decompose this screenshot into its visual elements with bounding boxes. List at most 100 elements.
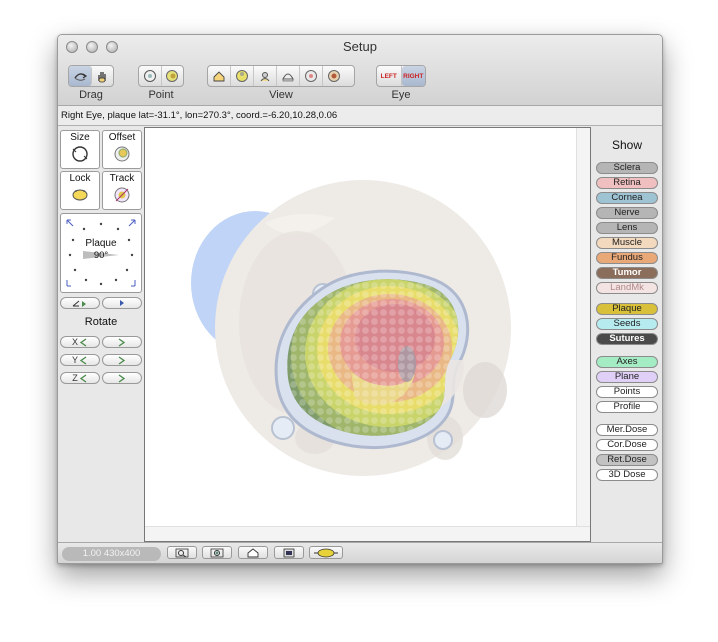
rotate-section-label: Rotate <box>84 316 118 328</box>
view-group-label: View <box>269 89 293 101</box>
view-top-button[interactable] <box>231 66 254 86</box>
rotate-left-icon <box>79 355 87 365</box>
viewport-vertical-scrollbar[interactable] <box>576 128 590 541</box>
point-mode-group <box>138 65 184 87</box>
layer-toggle-plane[interactable]: Plane <box>596 371 658 383</box>
rotate-z-plus-button[interactable] <box>102 372 142 384</box>
view-home-button[interactable] <box>208 66 231 86</box>
layer-toggle-ret-dose[interactable]: Ret.Dose <box>596 454 658 466</box>
lock-plaque-icon <box>72 189 88 201</box>
rotate-left-icon <box>79 337 87 347</box>
offset-tool-label: Offset <box>108 132 136 143</box>
rotate-right-icon <box>118 355 126 365</box>
layer-toggle-points[interactable]: Points <box>596 386 658 398</box>
view-back-button[interactable] <box>323 66 345 86</box>
view-bottom-button[interactable] <box>277 66 300 86</box>
rotate-forward-button[interactable] <box>102 297 142 309</box>
rotate-y-plus-button[interactable] <box>102 354 142 366</box>
layer-toggle-retina[interactable]: Retina <box>596 177 658 189</box>
left-eye-label: LEFT <box>380 72 397 80</box>
rotate-z-minus-button[interactable]: Z <box>60 372 100 384</box>
left-panel: Size Offset Lock Track Plaque 90° Rotate… <box>58 127 144 542</box>
point-target-icon <box>166 70 179 82</box>
layer-toggle-landmk[interactable]: LandMk <box>596 282 658 294</box>
layer-toggle-muscle[interactable]: Muscle <box>596 237 658 249</box>
plaque-dial-label: Plaque <box>85 238 117 249</box>
point-eye-icon <box>143 70 156 82</box>
layer-toggle-tumor[interactable]: Tumor <box>596 267 658 279</box>
view-home-icon <box>213 71 225 82</box>
view-front-button[interactable] <box>300 66 323 86</box>
left-eye-button[interactable]: LEFT <box>377 66 402 86</box>
rotate-drag-button[interactable] <box>69 66 92 86</box>
view-front-icon <box>305 70 317 82</box>
layer-toggle-sutures[interactable]: Sutures <box>596 333 658 345</box>
zoom-in-button[interactable] <box>202 546 232 559</box>
size-tool-button[interactable]: Size <box>60 130 100 169</box>
lock-tool-button[interactable]: Lock <box>60 171 100 210</box>
home-view-button[interactable] <box>238 546 268 559</box>
rotate-back-icon <box>72 300 86 307</box>
point-eye-button[interactable] <box>139 66 162 86</box>
show-panel-title: Show <box>611 138 643 152</box>
layer-toggle-3d-dose[interactable]: 3D Dose <box>596 469 658 481</box>
layer-toggle-mer-dose[interactable]: Mer.Dose <box>596 424 658 436</box>
view-mode-group <box>207 65 355 87</box>
layer-toggle-cor-dose[interactable]: Cor.Dose <box>596 439 658 451</box>
window-title: Setup <box>343 39 377 54</box>
drag-group-label: Drag <box>79 89 103 101</box>
layer-toggle-sclera[interactable]: Sclera <box>596 162 658 174</box>
plaque-view-button[interactable] <box>309 546 343 559</box>
plaque-orientation-dial[interactable]: Plaque 90° <box>60 213 142 293</box>
zoom-out-icon <box>175 548 189 557</box>
lock-tool-label: Lock <box>69 173 91 184</box>
right-eye-button[interactable]: RIGHT <box>401 66 425 86</box>
layer-toggle-axes[interactable]: Axes <box>596 356 658 368</box>
snapshot-button[interactable] <box>274 546 304 559</box>
plaque-shape-icon <box>314 548 338 557</box>
viewport-horizontal-scrollbar[interactable] <box>145 526 590 541</box>
rotate-x-plus-button[interactable] <box>102 336 142 348</box>
zoom-out-button[interactable] <box>167 546 197 559</box>
show-panel: Show Sclera Retina Cornea Nerve Lens Muscle Fu… <box>592 127 662 542</box>
eye-3d-viewport[interactable] <box>144 127 591 542</box>
hand-drag-icon <box>98 72 106 83</box>
size-circle-icon <box>72 146 88 162</box>
play-forward-icon <box>120 300 124 306</box>
view-bottom-icon <box>282 73 294 82</box>
view-side-button[interactable] <box>254 66 277 86</box>
rotate-y-minus-button[interactable]: Y <box>60 354 100 366</box>
rotate-back-button[interactable] <box>60 297 100 309</box>
layer-toggle-cornea[interactable]: Cornea <box>596 192 658 204</box>
eye-group-label: Eye <box>391 89 411 101</box>
eye-model-render <box>191 180 511 476</box>
layer-toggle-plaque[interactable]: Plaque <box>596 303 658 315</box>
layer-toggle-fundus[interactable]: Fundus <box>596 252 658 264</box>
view-top-icon <box>236 70 248 82</box>
offset-tool-button[interactable]: Offset <box>102 130 142 169</box>
rotate-right-icon <box>118 373 126 383</box>
zoom-size-readout: 1.00 430x400 <box>62 547 161 561</box>
status-line: Right Eye, plaque lat=-31.1°, lon=270.3°… <box>58 106 662 126</box>
rotate-right-icon <box>118 337 126 347</box>
point-target-button[interactable] <box>162 66 184 86</box>
layer-toggle-nerve[interactable]: Nerve <box>596 207 658 219</box>
layer-toggle-profile[interactable]: Profile <box>596 401 658 413</box>
track-tool-label: Track <box>109 173 135 184</box>
rotate-x-minus-button[interactable]: X <box>60 336 100 348</box>
setup-window: Setup Drag Point View LEFT RIGHT Eye Rig… <box>57 34 663 564</box>
right-eye-label: RIGHT <box>403 72 424 80</box>
titlebar: Setup Drag Point View LEFT RIGHT Eye <box>58 35 662 106</box>
track-tool-button[interactable]: Track <box>102 171 142 210</box>
track-target-icon <box>114 187 130 203</box>
home-icon <box>247 547 259 557</box>
layer-toggle-seeds[interactable]: Seeds <box>596 318 658 330</box>
eye-select-group: LEFT RIGHT <box>376 65 426 87</box>
size-tool-label: Size <box>70 132 90 143</box>
snapshot-icon <box>283 548 295 557</box>
view-side-icon <box>260 72 270 82</box>
plaque-angle-value: 90° <box>93 250 109 261</box>
bottom-bar: 1.00 430x400 <box>58 542 662 563</box>
hand-drag-button[interactable] <box>92 66 114 86</box>
layer-toggle-lens[interactable]: Lens <box>596 222 658 234</box>
